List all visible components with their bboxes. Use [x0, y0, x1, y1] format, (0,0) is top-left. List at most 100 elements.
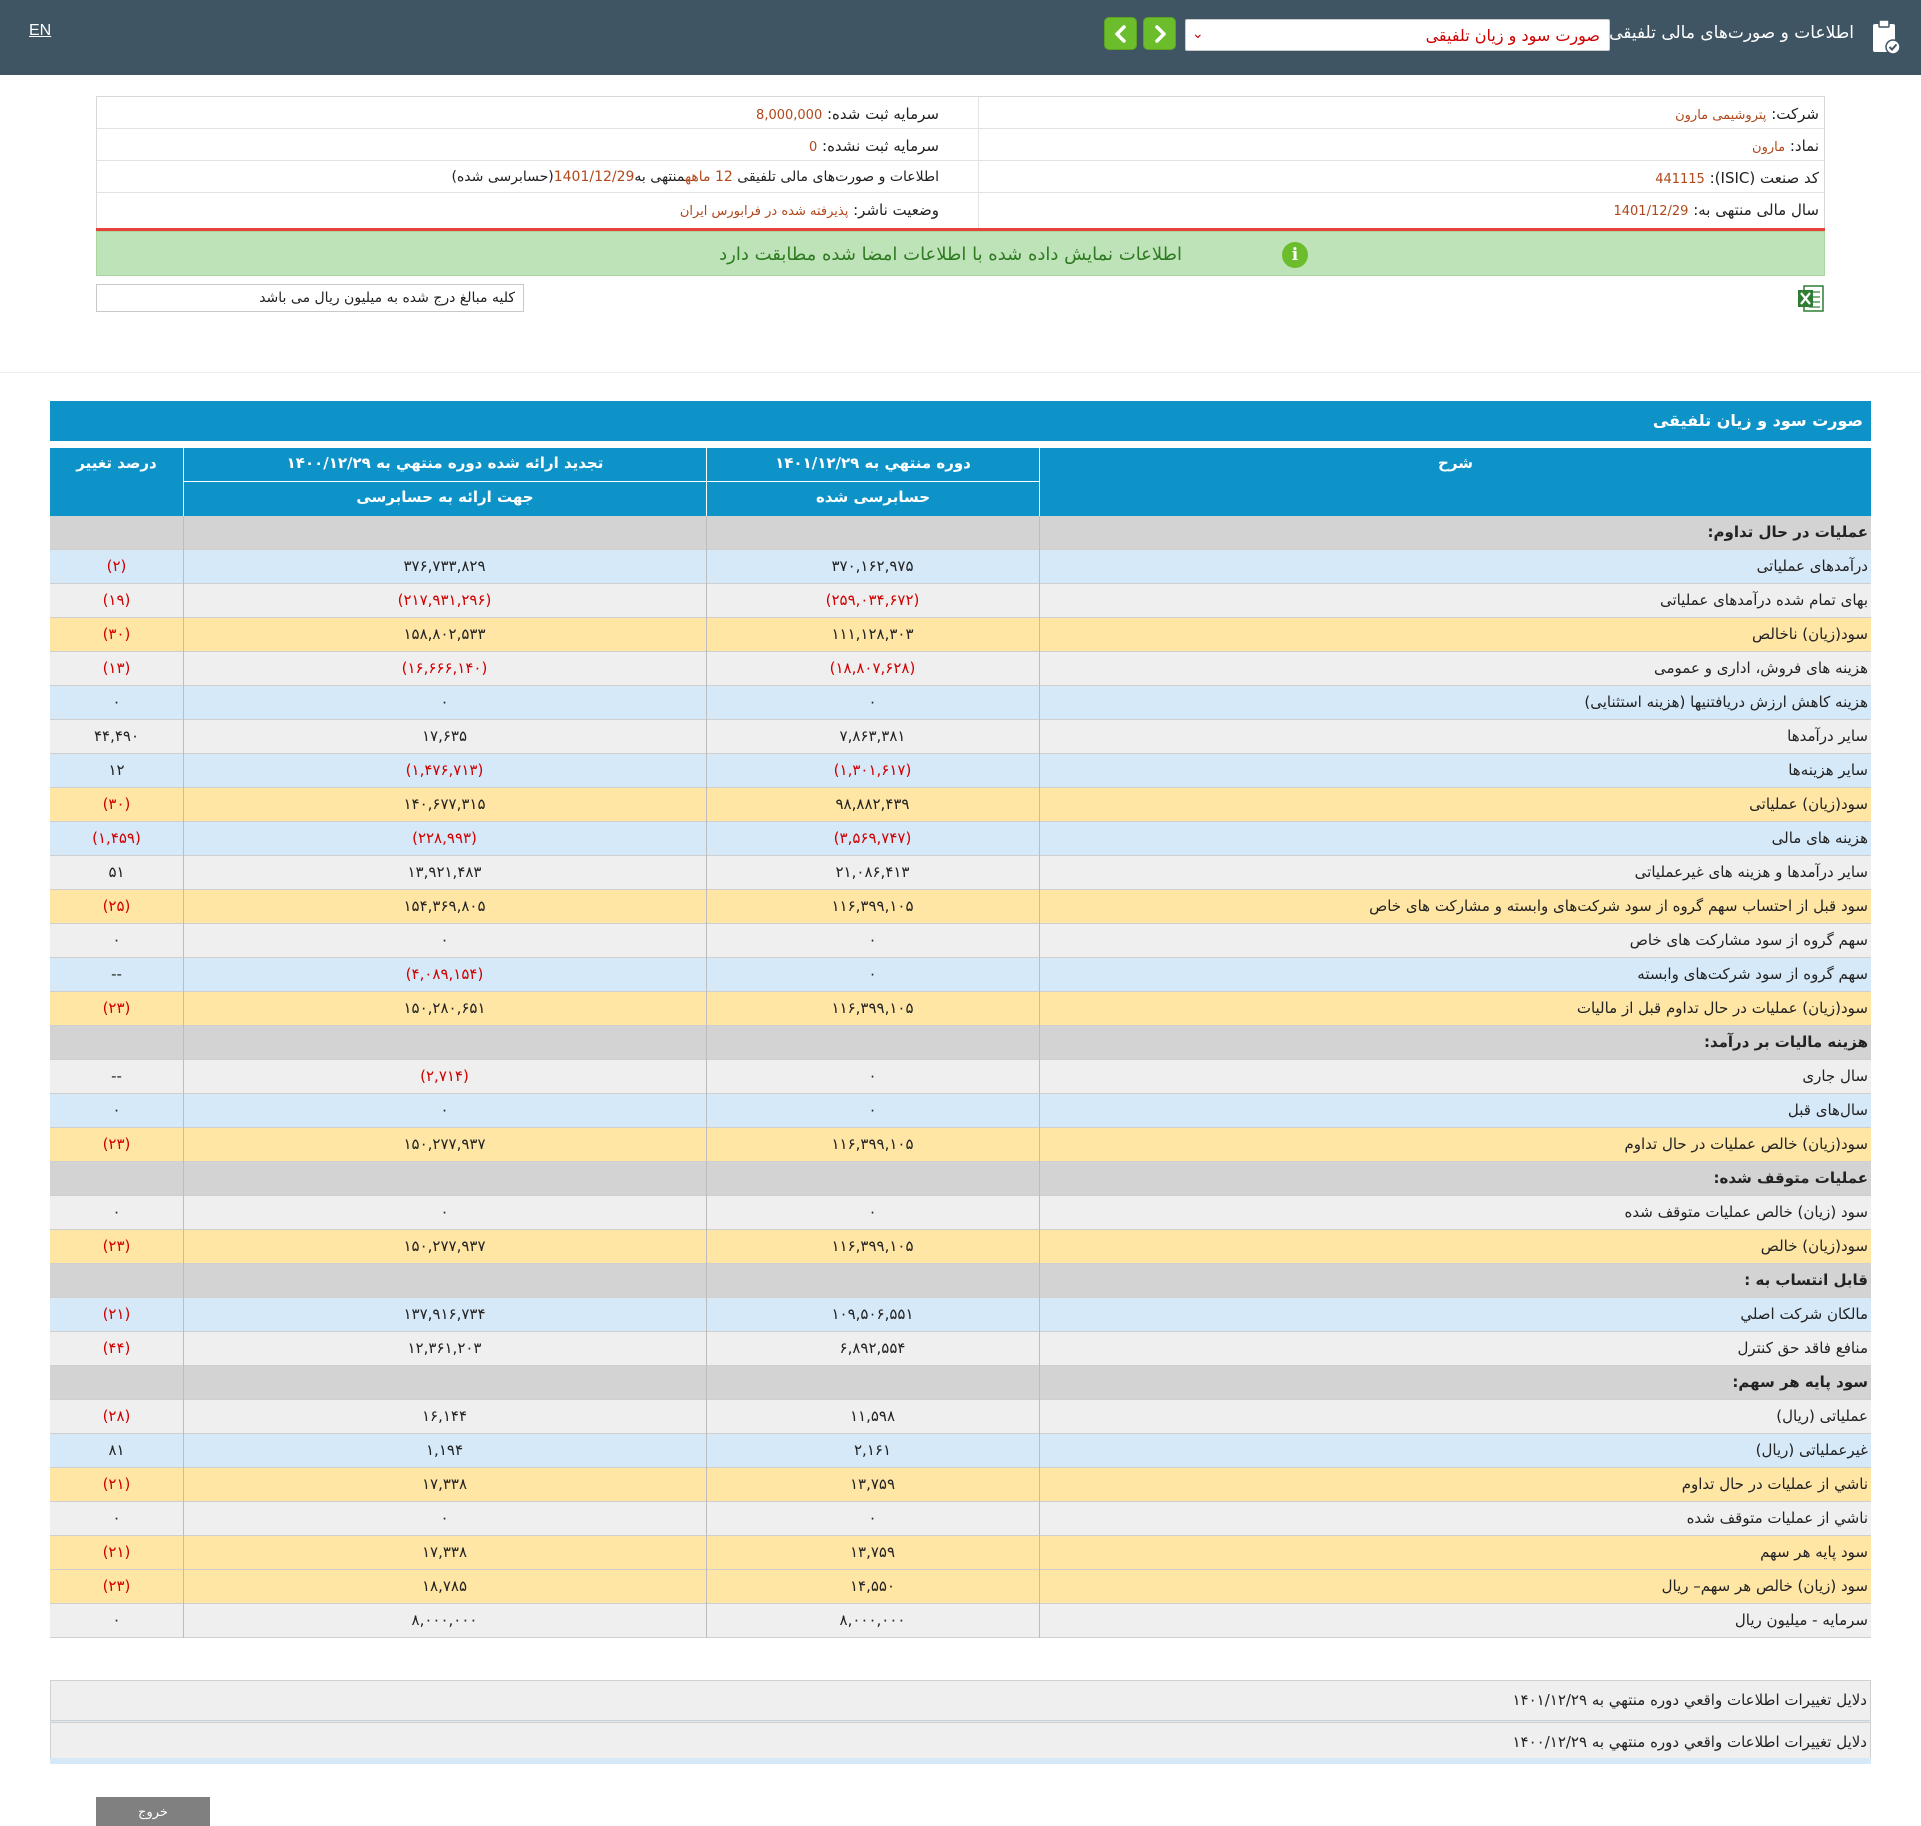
header-previous-sub: جهت ارائه به حسابرسی [356, 488, 534, 506]
row-current-value: (۲۵۹,۰۳۴,۶۷۲) [825, 591, 920, 609]
statement-select-value: صورت سود و زیان تلفیقی [1425, 26, 1600, 45]
header-current-sub: حسابرسی شده [815, 488, 931, 506]
table-row: هزینه کاهش ارزش دریافتنیها (هزینه استثنا… [50, 686, 1871, 720]
report-date: 1401/12/29 [553, 169, 635, 185]
row-previous-value: ۱,۱۹۴ [426, 1441, 463, 1459]
row-current-value [706, 516, 1039, 549]
row-description: سال جاری [1802, 1067, 1868, 1085]
row-current-value: ۱۰۹,۵۰۶,۵۵۱ [831, 1305, 914, 1323]
publisher-cell: وضعیت ناشر: پذیرفته شده در فرابورس ایران [680, 193, 939, 225]
row-description: درآمدهای عملیاتی [1756, 557, 1868, 575]
row-description: سود(زيان) خالص [1760, 1237, 1868, 1255]
table-row: سود(زيان) عملياتى ۹۸,۸۸۲,۴۳۹ ۱۴۰,۶۷۷,۳۱۵ (۳… [50, 788, 1871, 822]
row-description: ناشي از عمليات در حال تداوم [1681, 1475, 1868, 1493]
table-row: ناشي از عمليات متوقف شده ۰ ۰ ۰ [50, 1502, 1871, 1536]
row-current-value: ۰ [868, 693, 877, 711]
row-previous-value: (۴,۰۸۹,۱۵۴) [405, 965, 484, 983]
exit-button[interactable]: خروج [96, 1797, 210, 1826]
row-description: هزينه هاى مالى [1771, 829, 1868, 847]
top-bar: EN صورت سود و زیان تلفیقی ⌄ اطلاعات و صو… [0, 0, 1921, 75]
row-description: سود(زيان) خالص عمليات در حال تداوم [1624, 1135, 1868, 1153]
info-row: شرکت: پتروشیمی مارون سرمایه ثبت شده: 8,0… [97, 97, 1824, 129]
info-row: نماد: مارون سرمایه ثبت نشده: 0 [97, 129, 1824, 161]
statement-title: صورت سود و زیان تلفیقی [1652, 411, 1863, 430]
row-previous-value: (۲۱۷,۹۳۱,۲۹۶) [397, 591, 492, 609]
row-current-value: ۱۳,۷۵۹ [849, 1543, 896, 1561]
row-percent-change: ۰ [112, 693, 121, 711]
row-current-value [706, 1366, 1039, 1399]
row-previous-value: ۰ [440, 1509, 449, 1527]
row-current-value: ۰ [868, 1067, 877, 1085]
table-row: سود(زيان) ناخالص ۱۱۱,۱۲۸,۳۰۳ ۱۵۸,۸۰۲,۵۳۳ (۳… [50, 618, 1871, 652]
header-percent-change: درصد تغییر [76, 454, 157, 472]
row-current-value: ۱۴,۵۵۰ [849, 1577, 896, 1595]
excel-export-icon[interactable] [1797, 285, 1824, 312]
row-description: سود پایه هر سهم [1760, 1543, 1868, 1561]
table-row: سود(زيان) عمليات در حال تداوم قبل از مال… [50, 992, 1871, 1026]
isic-cell: کد صنعت (ISIC): 441115 [1655, 161, 1819, 193]
fiscal-cell: سال مالی منتهی به: 1401/12/29 [1613, 193, 1819, 225]
row-description: سایر درآمدها [1787, 727, 1868, 745]
row-current-value: ۹۸,۸۸۲,۴۳۹ [835, 795, 910, 813]
row-percent-change: (۳۰) [102, 625, 131, 643]
table-section-row: عملیات متوقف شده: [50, 1162, 1871, 1196]
row-percent-change: ۵۱ [108, 863, 125, 881]
report-desc-cell: اطلاعات و صورت‌های مالی تلفیقی 12 ماههمن… [452, 161, 940, 193]
statement-select[interactable]: صورت سود و زیان تلفیقی ⌄ [1185, 19, 1610, 51]
table-row: مالکان شرکت اصلي ۱۰۹,۵۰۶,۵۵۱ ۱۳۷,۹۱۶,۷۳۴ (۲… [50, 1298, 1871, 1332]
language-switch-link[interactable]: EN [29, 22, 51, 40]
row-description: سود(زيان) عمليات در حال تداوم قبل از مال… [1576, 999, 1868, 1017]
chevron-left-icon [1115, 25, 1126, 43]
reg-capital-cell: سرمایه ثبت شده: 8,000,000 [756, 97, 939, 129]
reg-capital-value: 8,000,000 [756, 108, 823, 123]
table-row: سایر هزینه‌ها (۱,۳۰۱,۶۱۷) (۱,۴۷۶,۷۱۳) ۱۲ [50, 754, 1871, 788]
row-percent-change: (۲۳) [102, 1237, 131, 1255]
table-row: سود(زيان) خالص عمليات در حال تداوم ۱۱۶,۳۹… [50, 1128, 1871, 1162]
row-current-value: ۱۱۶,۳۹۹,۱۰۵ [831, 897, 914, 915]
row-previous-value: ۱۳,۹۲۱,۴۸۳ [407, 863, 482, 881]
header-current-period: دوره منتهي به ۱۴۰۱/۱۲/۲۹ [775, 454, 971, 472]
clipboard-check-icon [1873, 19, 1901, 55]
row-current-value: ۱۱۶,۳۹۹,۱۰۵ [831, 999, 914, 1017]
row-current-value: ۱۱۶,۳۹۹,۱۰۵ [831, 1135, 914, 1153]
row-description: سهم گروه از سود مشارکت های خاص [1629, 931, 1868, 949]
table-row: سود (زيان) خالص عمليات متوقف شده ۰ ۰ ۰ [50, 1196, 1871, 1230]
change-reasons-current-label: دلایل تغییرات اطلاعات واقعي دوره منتهي ب… [1512, 1691, 1867, 1709]
row-current-value: ۶,۸۹۲,۵۵۴ [839, 1339, 906, 1357]
row-current-value: ۰ [868, 931, 877, 949]
table-row: منافع فاقد حق کنترل ۶,۸۹۲,۵۵۴ ۱۲,۳۶۱,۲۰۳ (۴… [50, 1332, 1871, 1366]
change-reasons-previous-label: دلایل تغییرات اطلاعات واقعي دوره منتهي ب… [1512, 1733, 1867, 1751]
row-description: غیرعملیاتی (ریال) [1755, 1441, 1868, 1459]
row-description: عملیاتی (ریال) [1776, 1407, 1868, 1425]
next-button[interactable] [1143, 17, 1176, 50]
publisher-label: وضعیت ناشر: [853, 201, 939, 219]
row-previous-value: ۱۶,۱۴۴ [421, 1407, 468, 1425]
row-previous-value: ۱۴۰,۶۷۷,۳۱۵ [403, 795, 486, 813]
statement-title-bar: صورت سود و زیان تلفیقی [50, 401, 1871, 441]
table-row: سود(زيان) خالص ۱۱۶,۳۹۹,۱۰۵ ۱۵۰,۲۷۷,۹۳۷ (۲۳) [50, 1230, 1871, 1264]
row-percent-change [50, 1162, 183, 1195]
table-header: شرح دوره منتهي به ۱۴۰۱/۱۲/۲۹ حسابرسی شده… [50, 448, 1871, 516]
row-previous-value: ۰ [440, 1203, 449, 1221]
row-percent-change: (۲۳) [102, 1135, 131, 1153]
table-row: بهاى تمام شده درآمدهای عملیاتی (۲۵۹,۰۳۴,۶… [50, 584, 1871, 618]
change-reasons-current[interactable]: دلایل تغییرات اطلاعات واقعي دوره منتهي ب… [50, 1680, 1871, 1721]
row-current-value: ۷,۸۶۳,۳۸۱ [839, 727, 906, 745]
change-reasons-previous[interactable]: دلایل تغییرات اطلاعات واقعي دوره منتهي ب… [50, 1722, 1871, 1763]
row-description: سود(زيان) ناخالص [1751, 625, 1868, 643]
row-percent-change [50, 1366, 183, 1399]
row-percent-change: ۱۲ [108, 761, 125, 779]
row-previous-value: ۰ [440, 693, 449, 711]
row-percent-change: (۲۱) [102, 1305, 131, 1323]
table-row: عملیاتی (ریال) ۱۱,۵۹۸ ۱۶,۱۴۴ (۲۸) [50, 1400, 1871, 1434]
symbol-value: مارون [1752, 140, 1786, 155]
row-previous-value [183, 516, 706, 549]
row-current-value: (۳,۵۶۹,۷۴۷) [833, 829, 912, 847]
row-current-value: (۱,۳۰۱,۶۱۷) [833, 761, 912, 779]
row-description: بهاى تمام شده درآمدهای عملیاتی [1659, 591, 1868, 609]
symbol-cell: نماد: مارون [1752, 129, 1819, 161]
table-row: هزينه هاى مالى (۳,۵۶۹,۷۴۷) (۲۲۸,۹۹۳) (۱,۴۵۹… [50, 822, 1871, 856]
prev-button[interactable] [1104, 17, 1137, 50]
row-percent-change: -- [111, 965, 122, 983]
row-description: قابل انتساب به : [1744, 1271, 1868, 1289]
